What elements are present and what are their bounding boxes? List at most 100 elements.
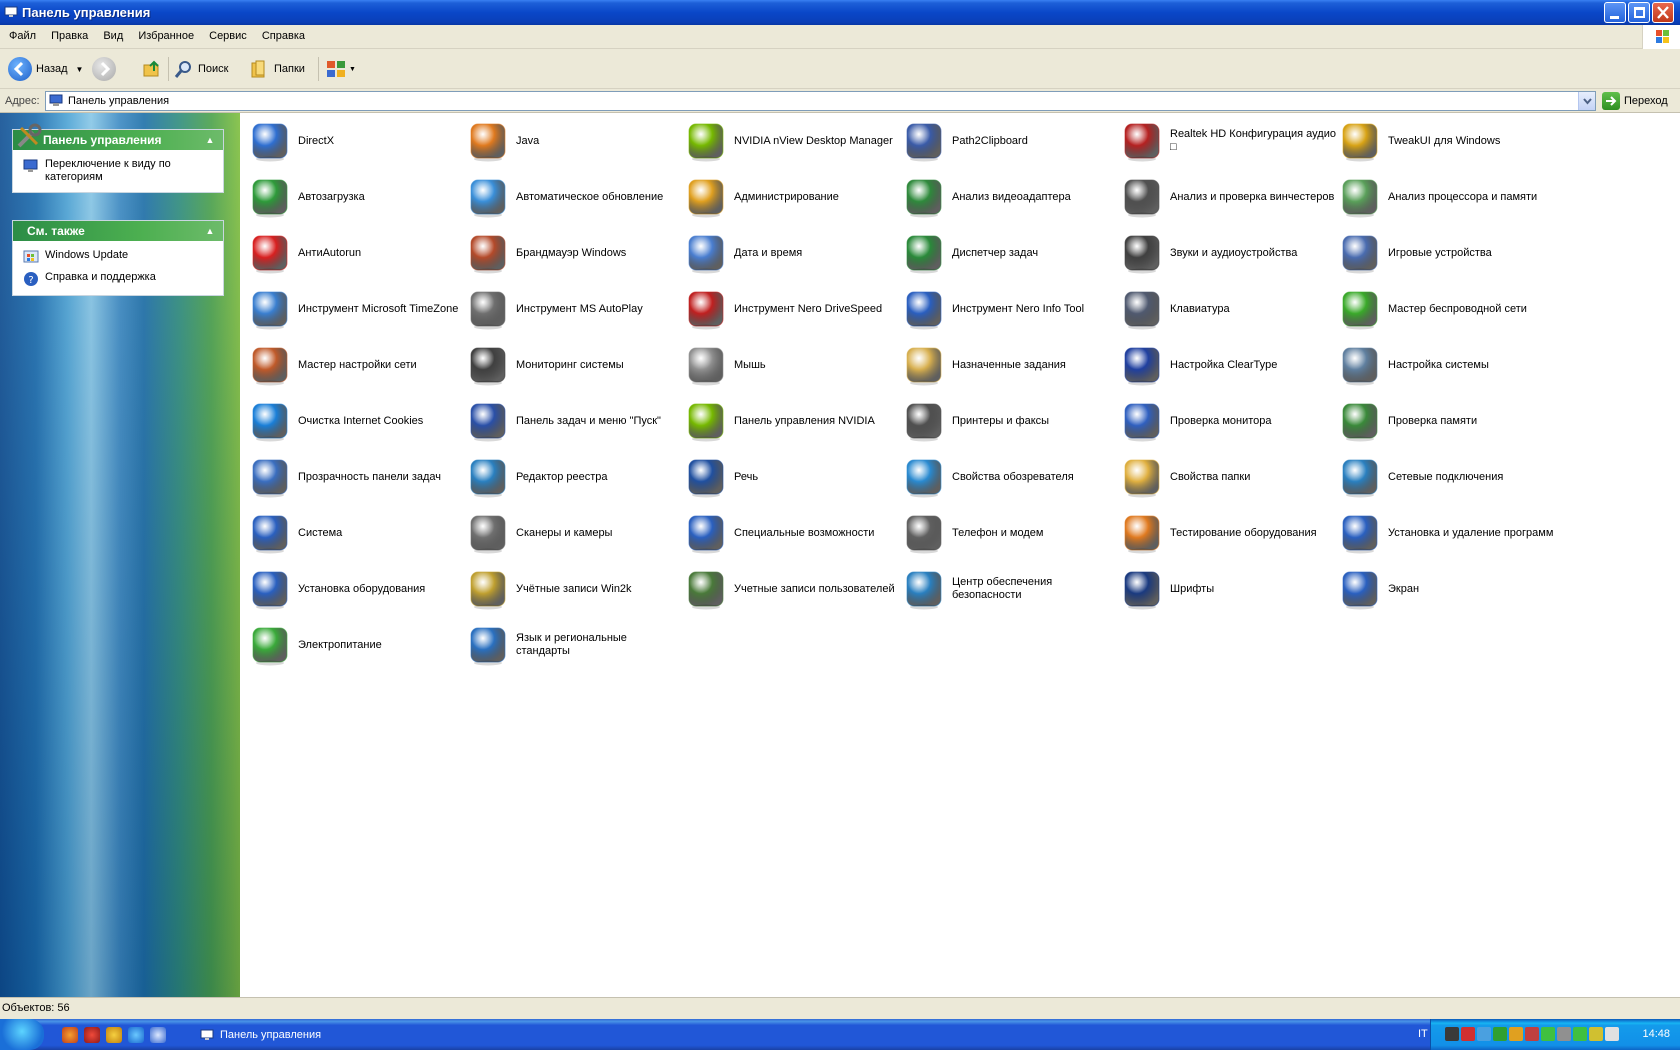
quick-launch-icon[interactable] [106, 1027, 122, 1043]
collapse-icon[interactable]: ▲ [203, 133, 217, 147]
control-panel-item[interactable]: Дата и время [682, 227, 900, 279]
back-dropdown-icon[interactable]: ▼ [76, 65, 84, 74]
control-panel-item[interactable]: Анализ и проверка винчестеров [1118, 171, 1336, 223]
close-button[interactable] [1652, 2, 1674, 23]
control-panel-item[interactable]: Очистка Internet Cookies [246, 395, 464, 447]
folders-button[interactable]: Папки [250, 56, 305, 82]
start-button[interactable] [0, 1019, 44, 1050]
menu-file[interactable]: Файл [3, 25, 42, 49]
control-panel-box-header[interactable]: Панель управления ▲ [13, 123, 223, 150]
tray-icon[interactable] [1557, 1027, 1571, 1041]
control-panel-item[interactable]: Диспетчер задач [900, 227, 1118, 279]
tray-icon[interactable] [1493, 1027, 1507, 1041]
tray-icon[interactable] [1445, 1027, 1459, 1041]
control-panel-item[interactable]: Редактор реестра [464, 451, 682, 503]
control-panel-item[interactable]: Анализ процессора и памяти [1336, 171, 1554, 223]
menu-favorites[interactable]: Избранное [132, 25, 200, 49]
control-panel-item[interactable]: Брандмауэр Windows [464, 227, 682, 279]
control-panel-item[interactable]: Настройка ClearType [1118, 339, 1336, 391]
control-panel-item[interactable]: Инструмент Nero DriveSpeed [682, 283, 900, 335]
ie-icon[interactable] [128, 1027, 144, 1043]
control-panel-item[interactable]: Установка оборудования [246, 563, 464, 615]
control-panel-item[interactable]: Речь [682, 451, 900, 503]
language-indicator[interactable]: IT [1418, 1028, 1428, 1040]
views-button[interactable]: ▼ [326, 56, 356, 82]
control-panel-item[interactable]: Администрирование [682, 171, 900, 223]
control-panel-item[interactable]: Проверка памяти [1336, 395, 1554, 447]
control-panel-item[interactable]: Мониторинг системы [464, 339, 682, 391]
control-panel-item[interactable]: Автоматическое обновление [464, 171, 682, 223]
control-panel-item[interactable]: Панель управления NVIDIA [682, 395, 900, 447]
control-panel-item[interactable]: Звуки и аудиоустройства [1118, 227, 1336, 279]
control-panel-item[interactable]: Специальные возможности [682, 507, 900, 559]
tray-icon[interactable] [1461, 1027, 1475, 1041]
control-panel-item[interactable]: Установка и удаление программ [1336, 507, 1554, 559]
control-panel-item[interactable]: Проверка монитора [1118, 395, 1336, 447]
control-panel-item[interactable]: Прозрачность панели задач [246, 451, 464, 503]
search-button[interactable]: Поиск [174, 56, 228, 82]
control-panel-item[interactable]: Электропитание [246, 619, 464, 671]
control-panel-item[interactable]: Сетевые подключения [1336, 451, 1554, 503]
tray-icon[interactable] [1477, 1027, 1491, 1041]
control-panel-item[interactable]: Учетные записи пользователей [682, 563, 900, 615]
collapse-icon[interactable]: ▲ [203, 224, 217, 238]
tray-icon[interactable] [1541, 1027, 1555, 1041]
tray-icon[interactable] [1573, 1027, 1587, 1041]
control-panel-item[interactable]: Система [246, 507, 464, 559]
minimize-button[interactable] [1604, 2, 1626, 23]
control-panel-item[interactable]: Realtek HD Конфигурация аудио □ [1118, 115, 1336, 167]
control-panel-item[interactable]: Панель задач и меню "Пуск" [464, 395, 682, 447]
control-panel-item[interactable]: Тестирование оборудования [1118, 507, 1336, 559]
control-panel-item[interactable]: TweakUI для Windows [1336, 115, 1554, 167]
tray-icon[interactable] [1525, 1027, 1539, 1041]
control-panel-item[interactable]: Мастер настройки сети [246, 339, 464, 391]
control-panel-item[interactable]: Клавиатура [1118, 283, 1336, 335]
control-panel-item[interactable]: Настройка системы [1336, 339, 1554, 391]
tray-icon[interactable] [1589, 1027, 1603, 1041]
control-panel-item[interactable]: Назначенные задания [900, 339, 1118, 391]
control-panel-item[interactable]: Инструмент Microsoft TimeZone [246, 283, 464, 335]
see-also-box-header[interactable]: См. также ▲ [13, 221, 223, 241]
volume-icon[interactable] [1605, 1027, 1619, 1041]
control-panel-item[interactable]: Язык и региональные стандарты [464, 619, 682, 671]
control-panel-item[interactable]: Мастер беспроводной сети [1336, 283, 1554, 335]
control-panel-item[interactable]: NVIDIA nView Desktop Manager [682, 115, 900, 167]
control-panel-item[interactable]: Инструмент Nero Info Tool [900, 283, 1118, 335]
address-field[interactable]: Панель управления [45, 91, 1596, 111]
control-panel-item[interactable]: Анализ видеоадаптера [900, 171, 1118, 223]
control-panel-item[interactable]: Центр обеспечения безопасности [900, 563, 1118, 615]
control-panel-item[interactable]: Свойства обозревателя [900, 451, 1118, 503]
back-button[interactable]: Назад ▼ [8, 56, 83, 82]
control-panel-item[interactable]: Шрифты [1118, 563, 1336, 615]
control-panel-item[interactable]: DirectX [246, 115, 464, 167]
control-panel-item[interactable]: Телефон и модем [900, 507, 1118, 559]
address-dropdown-button[interactable] [1578, 92, 1595, 110]
maximize-button[interactable] [1628, 2, 1650, 23]
menu-tools[interactable]: Сервис [203, 25, 253, 49]
menu-help[interactable]: Справка [256, 25, 311, 49]
control-panel-item[interactable]: Автозагрузка [246, 171, 464, 223]
windows-update-link[interactable]: Windows Update [23, 249, 215, 265]
control-panel-item[interactable]: Path2Clipboard [900, 115, 1118, 167]
control-panel-item[interactable]: Игровые устройства [1336, 227, 1554, 279]
taskbar-window-button[interactable]: Панель управления [196, 1022, 406, 1047]
up-folder-button[interactable] [142, 56, 162, 82]
help-support-link[interactable]: ? Справка и поддержка [23, 271, 215, 287]
tray-icon[interactable] [1509, 1027, 1523, 1041]
menu-edit[interactable]: Правка [45, 25, 94, 49]
control-panel-item[interactable]: Инструмент MS AutoPlay [464, 283, 682, 335]
control-panel-item[interactable]: Java [464, 115, 682, 167]
opera-icon[interactable] [84, 1027, 100, 1043]
control-panel-item[interactable]: Принтеры и факсы [900, 395, 1118, 447]
menu-view[interactable]: Вид [97, 25, 129, 49]
clock[interactable]: 14:48 [1642, 1028, 1670, 1040]
title-bar[interactable]: Панель управления [0, 0, 1680, 25]
control-panel-item[interactable]: Сканеры и камеры [464, 507, 682, 559]
show-desktop-icon[interactable] [150, 1027, 166, 1043]
control-panel-item[interactable]: Мышь [682, 339, 900, 391]
control-panel-item[interactable]: Свойства папки [1118, 451, 1336, 503]
control-panel-item[interactable]: Учётные записи Win2k [464, 563, 682, 615]
control-panel-item[interactable]: АнтиAutorun [246, 227, 464, 279]
firefox-icon[interactable] [62, 1027, 78, 1043]
forward-button[interactable] [92, 56, 116, 82]
